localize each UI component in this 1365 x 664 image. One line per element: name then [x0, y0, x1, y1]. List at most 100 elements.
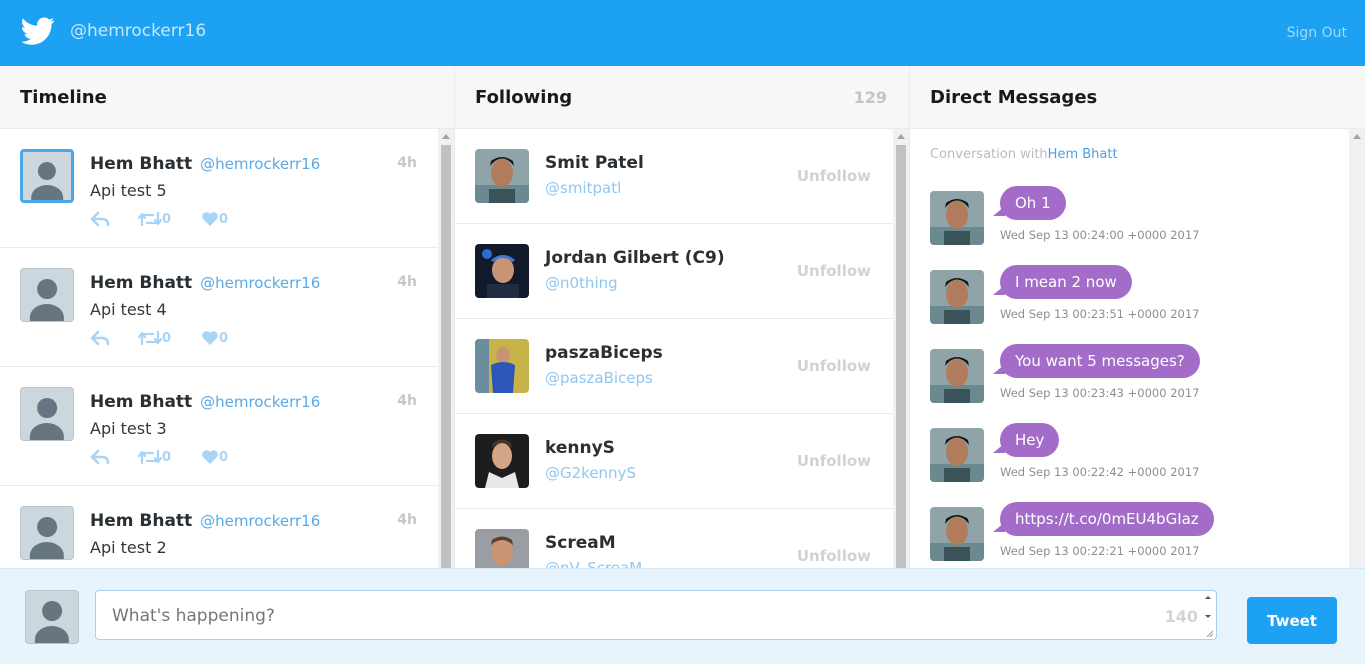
- tweet-time: 4h: [397, 512, 417, 528]
- following-count: 129: [853, 88, 887, 107]
- following-title: Following: [475, 87, 573, 108]
- message-timestamp: Wed Sep 13 00:23:51 +0000 2017: [1000, 307, 1200, 321]
- tweet[interactable]: Hem Bhatt @hemrockerr16 4h Api test 5 0 …: [0, 129, 438, 248]
- message-bubble: Hey: [992, 423, 1060, 457]
- user-handle[interactable]: @n0thing: [545, 274, 618, 292]
- message: I mean 2 now Wed Sep 13 00:23:51 +0000 2…: [930, 265, 1350, 325]
- character-counter: 140: [1164, 607, 1198, 626]
- like-button[interactable]: 0: [201, 448, 228, 466]
- unfollow-button[interactable]: Unfollow: [797, 357, 871, 375]
- avatar[interactable]: [475, 149, 529, 203]
- tweet[interactable]: Hem Bhatt @hemrockerr16 4h Api test 3 0 …: [0, 367, 438, 486]
- avatar[interactable]: [475, 339, 529, 393]
- tweet-handle[interactable]: @hemrockerr16: [200, 274, 320, 292]
- user-name: ScreaM: [545, 533, 616, 553]
- avatar[interactable]: [20, 387, 74, 441]
- list-item[interactable]: kennyS @G2kennyS Unfollow: [455, 414, 893, 509]
- list-item[interactable]: Smit Patel @smitpatl Unfollow: [455, 129, 893, 224]
- dm-thread[interactable]: Conversation withHem Bhatt Oh 1 Wed Sep …: [910, 129, 1365, 568]
- timeline-title: Timeline: [20, 87, 107, 108]
- unfollow-button[interactable]: Unfollow: [797, 262, 871, 280]
- tweet-text: Api test 2: [90, 538, 167, 557]
- avatar[interactable]: [475, 529, 529, 568]
- tweet-author: Hem Bhatt @hemrockerr16: [90, 273, 321, 293]
- twitter-bird-icon[interactable]: [20, 14, 56, 48]
- unfollow-button[interactable]: Unfollow: [797, 547, 871, 565]
- unfollow-button[interactable]: Unfollow: [797, 452, 871, 470]
- reply-icon[interactable]: [90, 210, 110, 228]
- retweet-button[interactable]: 0: [138, 210, 171, 228]
- tweet-input-wrapper: 140: [95, 590, 1217, 640]
- textarea-scroll-icon[interactable]: [1202, 593, 1214, 637]
- following-list[interactable]: Smit Patel @smitpatl Unfollow Jordan Gil…: [455, 129, 909, 568]
- user-handle[interactable]: @nV_ScreaM: [545, 559, 642, 568]
- retweet-count: 0: [162, 330, 172, 346]
- list-item[interactable]: ScreaM @nV_ScreaM Unfollow: [455, 509, 893, 568]
- unfollow-button[interactable]: Unfollow: [797, 167, 871, 185]
- direct-messages-column: Direct Messages Conversation withHem Bha…: [910, 66, 1365, 568]
- tweet-time: 4h: [397, 393, 417, 409]
- tweet-text: Api test 5: [90, 181, 167, 200]
- message-timestamp: Wed Sep 13 00:24:00 +0000 2017: [1000, 228, 1200, 242]
- tweet-handle[interactable]: @hemrockerr16: [200, 155, 320, 173]
- tweet-handle[interactable]: @hemrockerr16: [200, 512, 320, 530]
- message-bubble: You want 5 messages?: [993, 344, 1200, 378]
- tweet[interactable]: Hem Bhatt @hemrockerr16 4h Api test 2 0 …: [0, 486, 438, 568]
- tweet-author: Hem Bhatt @hemrockerr16: [90, 154, 321, 174]
- user-name: Smit Patel: [545, 153, 644, 173]
- top-bar: @hemrockerr16 Sign Out: [0, 0, 1365, 66]
- tweet-actions: 0 0: [90, 448, 390, 468]
- tweet-time: 4h: [397, 274, 417, 290]
- user-handle[interactable]: @G2kennyS: [545, 464, 636, 482]
- retweet-icon: [138, 449, 162, 465]
- dm-scrollbar[interactable]: [1349, 129, 1365, 568]
- tweet-composer: 140 Tweet: [0, 568, 1365, 664]
- retweet-button[interactable]: 0: [138, 448, 171, 466]
- timeline-header: Timeline: [0, 66, 454, 129]
- user-name: kennyS: [545, 438, 615, 458]
- following-scrollbar[interactable]: [893, 129, 909, 568]
- tweet-handle[interactable]: @hemrockerr16: [200, 393, 320, 411]
- avatar[interactable]: [930, 191, 984, 245]
- like-button[interactable]: 0: [201, 329, 228, 347]
- retweet-count: 0: [162, 449, 172, 465]
- retweet-icon: [138, 330, 162, 346]
- avatar[interactable]: [930, 507, 984, 561]
- user-handle[interactable]: @smitpatl: [545, 179, 621, 197]
- like-count: 0: [219, 330, 229, 346]
- avatar[interactable]: [25, 590, 79, 644]
- avatar[interactable]: [20, 149, 74, 203]
- tweet-input[interactable]: [96, 591, 1216, 639]
- heart-icon: [202, 450, 218, 464]
- avatar[interactable]: [475, 434, 529, 488]
- current-user-handle: @hemrockerr16: [70, 21, 207, 41]
- timeline-scrollbar[interactable]: [438, 129, 454, 568]
- sign-out-link[interactable]: Sign Out: [1287, 25, 1347, 41]
- avatar[interactable]: [475, 244, 529, 298]
- like-button[interactable]: 0: [201, 210, 228, 228]
- dm-title: Direct Messages: [930, 87, 1098, 108]
- message-link-bubble[interactable]: https://t.co/0mEU4bGIaz: [993, 502, 1214, 536]
- conversation-partner-link[interactable]: Hem Bhatt: [1048, 147, 1118, 162]
- timeline-list[interactable]: Hem Bhatt @hemrockerr16 4h Api test 5 0 …: [0, 129, 454, 568]
- conversation-label: Conversation withHem Bhatt: [930, 147, 1118, 162]
- avatar[interactable]: [930, 270, 984, 324]
- avatar[interactable]: [930, 349, 984, 403]
- user-handle[interactable]: @paszaBiceps: [545, 369, 653, 387]
- retweet-button[interactable]: 0: [138, 329, 171, 347]
- reply-icon[interactable]: [90, 329, 110, 347]
- avatar[interactable]: [930, 428, 984, 482]
- avatar[interactable]: [20, 506, 74, 560]
- avatar[interactable]: [20, 268, 74, 322]
- list-item[interactable]: paszaBiceps @paszaBiceps Unfollow: [455, 319, 893, 414]
- message-timestamp: Wed Sep 13 00:22:42 +0000 2017: [1000, 465, 1200, 479]
- tweet-time: 4h: [397, 155, 417, 171]
- tweet[interactable]: Hem Bhatt @hemrockerr16 4h Api test 4 0 …: [0, 248, 438, 367]
- user-name: Jordan Gilbert (C9): [545, 248, 725, 268]
- reply-icon[interactable]: [90, 448, 110, 466]
- timeline-column: Timeline Hem Bhatt @hemrockerr16 4h Api …: [0, 66, 455, 568]
- message: Oh 1 Wed Sep 13 00:24:00 +0000 2017: [930, 186, 1350, 246]
- dm-header: Direct Messages: [910, 66, 1365, 129]
- tweet-button[interactable]: Tweet: [1247, 597, 1337, 644]
- list-item[interactable]: Jordan Gilbert (C9) @n0thing Unfollow: [455, 224, 893, 319]
